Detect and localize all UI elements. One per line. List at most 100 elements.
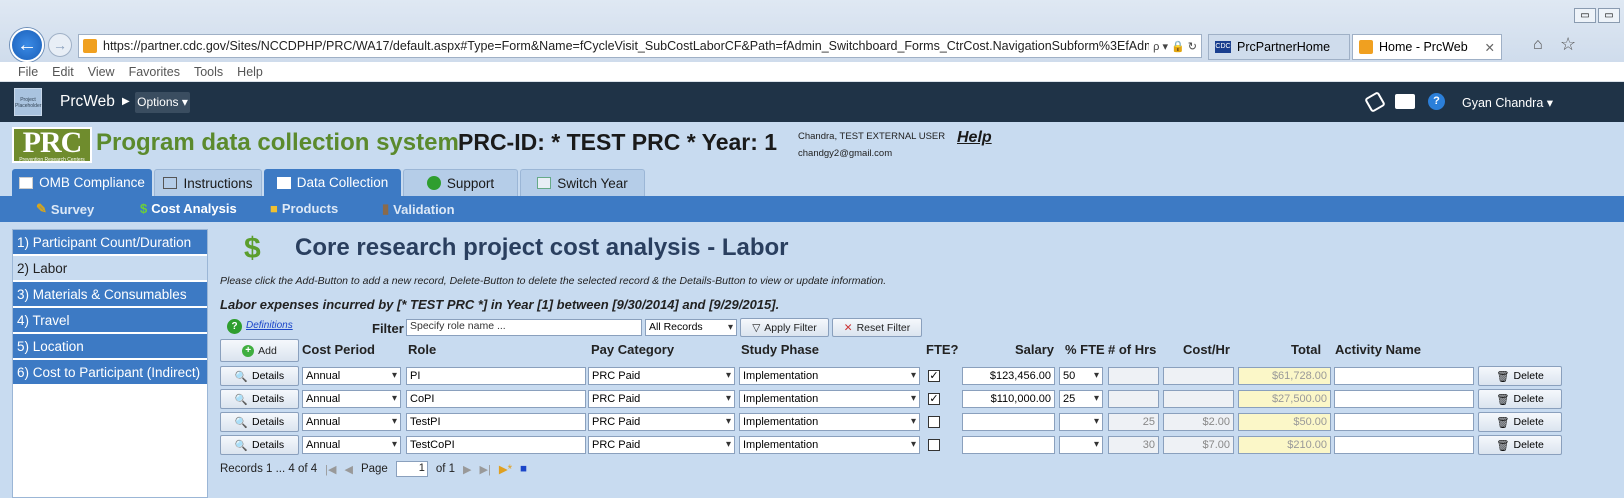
- study-phase-select[interactable]: Implementation: [739, 390, 920, 408]
- menu-help[interactable]: Help: [237, 65, 263, 79]
- tab-omb-compliance[interactable]: OMB Compliance: [12, 169, 152, 196]
- tab-instructions[interactable]: Instructions: [154, 169, 262, 196]
- address-controls[interactable]: ρ ▾ 🔒 ↻: [1149, 40, 1201, 53]
- tab-data-collection[interactable]: Data Collection: [264, 169, 401, 196]
- cost-period-select[interactable]: Annual: [302, 390, 401, 408]
- cost-period-select[interactable]: Annual: [302, 367, 401, 385]
- sidebar-item-materials[interactable]: 3) Materials & Consumables: [13, 282, 207, 307]
- hours-input[interactable]: 30: [1108, 436, 1159, 454]
- menu-edit[interactable]: Edit: [52, 65, 74, 79]
- help-icon[interactable]: ?: [1428, 93, 1445, 110]
- pay-category-select[interactable]: PRC Paid: [588, 390, 735, 408]
- role-input[interactable]: CoPI: [406, 390, 586, 408]
- tab-support[interactable]: Support: [403, 169, 518, 196]
- first-page-icon[interactable]: |◀: [325, 463, 336, 476]
- fte-checkbox[interactable]: [928, 439, 940, 451]
- fte-checkbox[interactable]: ✓: [928, 370, 940, 382]
- prev-page-icon[interactable]: ◀: [345, 463, 353, 476]
- filter-input[interactable]: Specify role name ...: [406, 319, 642, 336]
- menu-view[interactable]: View: [88, 65, 115, 79]
- tag-icon[interactable]: [1364, 91, 1386, 113]
- forward-button[interactable]: →: [48, 33, 72, 57]
- menu-file[interactable]: File: [18, 65, 38, 79]
- apply-filter-button[interactable]: ▽ Apply Filter: [740, 318, 829, 337]
- tab-switch-year[interactable]: Switch Year: [520, 169, 645, 196]
- role-input[interactable]: TestCoPI: [406, 436, 586, 454]
- cost-per-hour-input[interactable]: $2.00: [1163, 413, 1234, 431]
- records-select[interactable]: All Records: [645, 319, 737, 336]
- subtab-validation[interactable]: ▮ Validation: [382, 201, 455, 217]
- cost-per-hour-input[interactable]: [1163, 390, 1234, 408]
- page-number-input[interactable]: 1: [395, 461, 428, 477]
- study-phase-select[interactable]: Implementation: [739, 436, 920, 454]
- cost-period-select[interactable]: Annual: [302, 436, 401, 454]
- browser-tab-home-prcweb[interactable]: Home - PrcWeb ✕: [1352, 34, 1502, 60]
- options-menu-button[interactable]: Options ▾: [135, 92, 190, 113]
- percent-fte-select[interactable]: 25: [1059, 390, 1103, 408]
- new-record-icon[interactable]: ▶*: [499, 462, 512, 476]
- activity-name-input[interactable]: [1334, 390, 1474, 408]
- sidebar-item-location[interactable]: 5) Location: [13, 334, 207, 359]
- salary-input[interactable]: [962, 413, 1055, 431]
- help-link[interactable]: Help: [957, 129, 992, 147]
- percent-fte-select[interactable]: [1059, 413, 1103, 431]
- hours-input[interactable]: 25: [1108, 413, 1159, 431]
- favorites-star-icon[interactable]: ☆: [1560, 34, 1576, 55]
- save-icon[interactable]: ■: [520, 463, 527, 475]
- salary-input[interactable]: $123,456.00: [962, 367, 1055, 385]
- details-button[interactable]: 🔍 Details: [220, 389, 299, 409]
- cost-period-select[interactable]: Annual: [302, 413, 401, 431]
- sidebar-item-participant-count[interactable]: 1) Participant Count/Duration: [13, 230, 207, 255]
- role-input[interactable]: TestPI: [406, 413, 586, 431]
- pay-category-select[interactable]: PRC Paid: [588, 436, 735, 454]
- close-tab-icon[interactable]: ✕: [1485, 40, 1495, 55]
- delete-button[interactable]: 🗑 Delete: [1478, 412, 1562, 432]
- details-button[interactable]: 🔍 Details: [220, 435, 299, 455]
- hours-input[interactable]: [1108, 367, 1159, 385]
- sidebar-item-labor[interactable]: 2) Labor: [13, 256, 207, 281]
- subtab-survey[interactable]: ✎ Survey: [36, 201, 94, 217]
- sidebar-item-cost-to-participant[interactable]: 6) Cost to Participant (Indirect): [13, 360, 207, 385]
- delete-button[interactable]: 🗑 Delete: [1478, 366, 1562, 386]
- back-button[interactable]: ←: [10, 28, 44, 62]
- subtab-products[interactable]: ■ Products: [270, 201, 338, 216]
- study-phase-select[interactable]: Implementation: [739, 367, 920, 385]
- definitions-link[interactable]: Definitions: [246, 320, 293, 331]
- activity-name-input[interactable]: [1334, 367, 1474, 385]
- app-name[interactable]: PrcWeb: [60, 93, 115, 111]
- cost-per-hour-input[interactable]: $7.00: [1163, 436, 1234, 454]
- percent-fte-select[interactable]: [1059, 436, 1103, 454]
- fte-checkbox[interactable]: [928, 416, 940, 428]
- restore-button[interactable]: ▭: [1598, 8, 1620, 23]
- chat-icon[interactable]: [1395, 94, 1415, 109]
- home-icon[interactable]: ⌂: [1533, 36, 1543, 54]
- next-page-icon[interactable]: ▶: [463, 463, 471, 476]
- subtab-cost-analysis[interactable]: $ Cost Analysis: [140, 201, 237, 216]
- role-input[interactable]: PI: [406, 367, 586, 385]
- menu-favorites[interactable]: Favorites: [129, 65, 180, 79]
- study-phase-select[interactable]: Implementation: [739, 413, 920, 431]
- pay-category-select[interactable]: PRC Paid: [588, 367, 735, 385]
- reset-filter-button[interactable]: ✕ Reset Filter: [832, 318, 922, 337]
- delete-button[interactable]: 🗑 Delete: [1478, 435, 1562, 455]
- salary-input[interactable]: [962, 436, 1055, 454]
- address-bar[interactable]: https://partner.cdc.gov/Sites/NCCDPHP/PR…: [78, 34, 1202, 58]
- last-page-icon[interactable]: ▶|: [479, 463, 490, 476]
- pay-category-select[interactable]: PRC Paid: [588, 413, 735, 431]
- add-button[interactable]: + Add: [220, 339, 299, 362]
- app-logo[interactable]: Project Placeholder: [14, 88, 42, 116]
- activity-name-input[interactable]: [1334, 436, 1474, 454]
- details-button[interactable]: 🔍 Details: [220, 412, 299, 432]
- menu-tools[interactable]: Tools: [194, 65, 223, 79]
- delete-button[interactable]: 🗑 Delete: [1478, 389, 1562, 409]
- hours-input[interactable]: [1108, 390, 1159, 408]
- percent-fte-select[interactable]: 50: [1059, 367, 1103, 385]
- minimize-button[interactable]: ▭: [1574, 8, 1596, 23]
- cost-per-hour-input[interactable]: [1163, 367, 1234, 385]
- browser-tab-prcpartnerhome[interactable]: CDC PrcPartnerHome: [1208, 34, 1350, 60]
- activity-name-input[interactable]: [1334, 413, 1474, 431]
- sidebar-item-travel[interactable]: 4) Travel: [13, 308, 207, 333]
- salary-input[interactable]: $110,000.00: [962, 390, 1055, 408]
- user-menu[interactable]: Gyan Chandra ▾: [1462, 95, 1553, 110]
- fte-checkbox[interactable]: ✓: [928, 393, 940, 405]
